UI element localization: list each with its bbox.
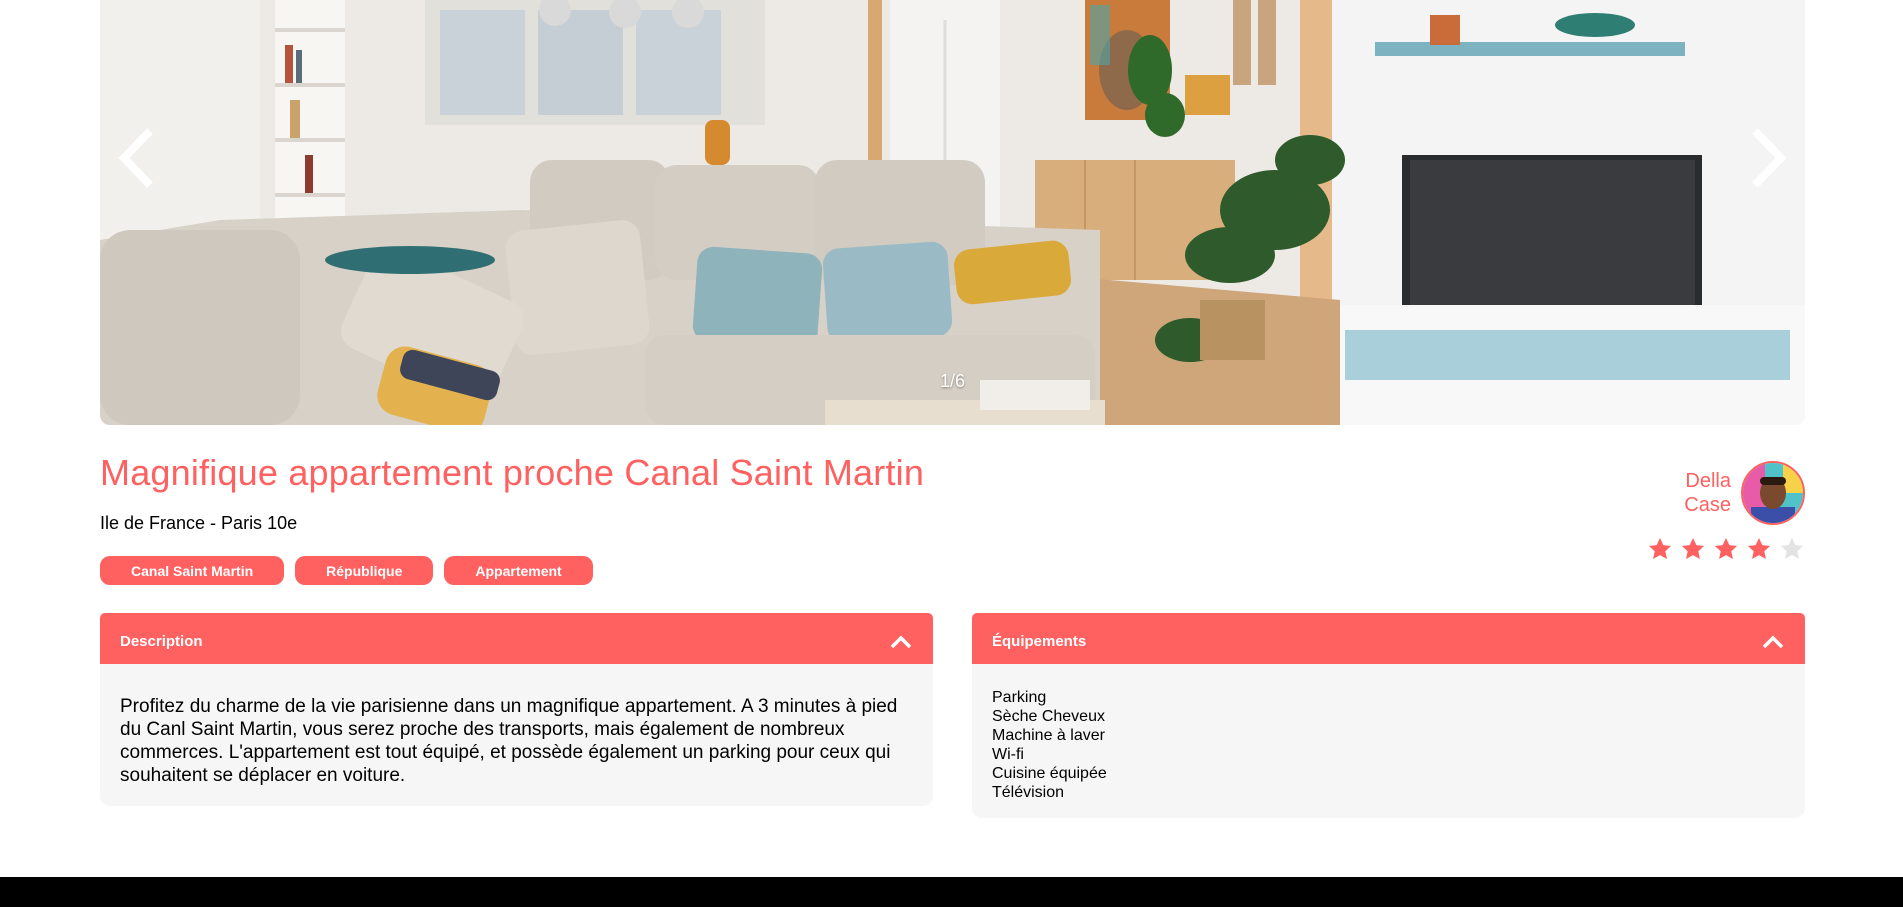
- star-icon: [1714, 537, 1738, 559]
- listing-page: 1/6 Magnifique appartement proche Canal …: [0, 0, 1903, 907]
- star-icon: [1648, 537, 1672, 559]
- list-item: Télévision: [992, 784, 1065, 801]
- host-avatar-image: [1743, 463, 1803, 523]
- tag-list: Canal Saint Martin République Appartemen…: [100, 556, 593, 585]
- listing-title: Magnifique appartement proche Canal Sain…: [100, 452, 925, 493]
- avatar: [1741, 461, 1805, 525]
- photo-carousel: 1/6: [100, 0, 1805, 425]
- listing-location: Ile de France - Paris 10e: [100, 513, 298, 533]
- footer: [0, 877, 1903, 907]
- equipments-toggle[interactable]: Équipements: [972, 613, 1805, 670]
- equipments-body: Parking Sèche Cheveux Machine à laver Wi…: [972, 664, 1805, 818]
- tag: Canal Saint Martin: [100, 556, 285, 585]
- equipments-collapse: Équipements Parking Sèche Cheveux Machin…: [972, 613, 1805, 818]
- description-text: Profitez du charme de la vie parisienne …: [120, 696, 898, 786]
- tag: République: [295, 556, 434, 585]
- list-item: Sèche Cheveux: [992, 708, 1105, 725]
- tag: Appartement: [444, 556, 593, 585]
- host-last-name: Case: [1684, 494, 1731, 516]
- list-item: Parking: [992, 689, 1047, 706]
- description-toggle[interactable]: Description: [100, 613, 933, 670]
- host-name: Della Case: [1684, 469, 1731, 517]
- list-item: Wi-fi: [992, 746, 1024, 763]
- carousel-next-button[interactable]: [1743, 118, 1793, 198]
- host-first-name: Della: [1685, 470, 1731, 492]
- chevron-up-icon: [1762, 635, 1784, 648]
- host-info: Della Case: [1684, 461, 1805, 525]
- rating-stars: [1647, 536, 1805, 562]
- star-icon: [1780, 537, 1804, 559]
- equipments-list: Parking Sèche Cheveux Machine à laver Wi…: [992, 688, 1785, 802]
- star-icon: [1747, 537, 1771, 559]
- chevron-up-icon: [890, 635, 912, 648]
- carousel-prev-button[interactable]: [112, 118, 162, 198]
- equipments-title: Équipements: [992, 633, 1087, 650]
- list-item: Machine à laver: [992, 727, 1105, 744]
- description-body: Profitez du charme de la vie parisienne …: [100, 664, 933, 806]
- apartment-photo: [100, 0, 1805, 425]
- description-collapse: Description Profitez du charme de la vie…: [100, 613, 933, 806]
- chevron-right-icon: [1752, 128, 1787, 188]
- list-item: Cuisine équipée: [992, 765, 1107, 782]
- carousel-counter: 1/6: [939, 371, 966, 391]
- chevron-left-icon: [118, 128, 153, 188]
- star-icon: [1681, 537, 1705, 559]
- description-title: Description: [120, 633, 203, 650]
